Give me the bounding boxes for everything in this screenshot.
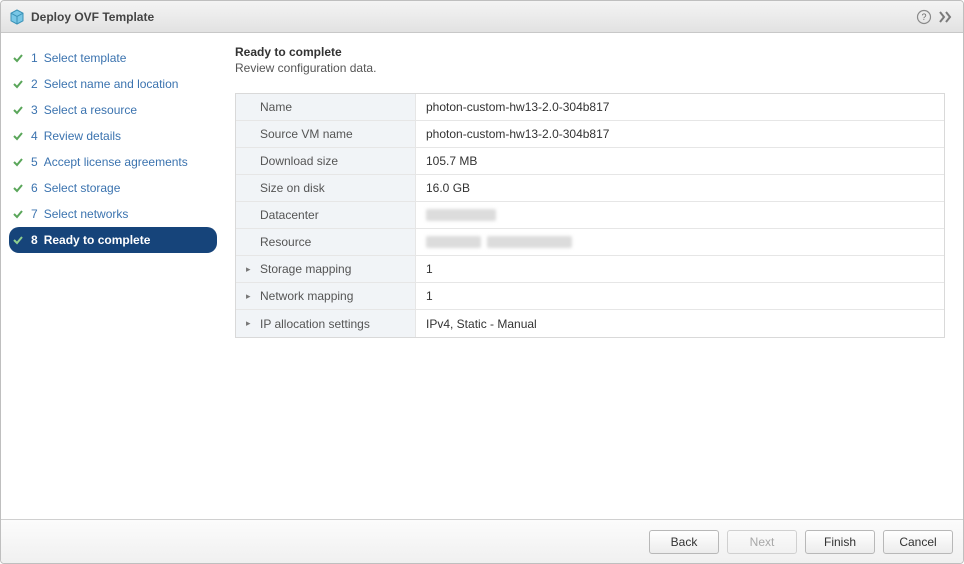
page-subtitle: Review configuration data.	[235, 61, 945, 75]
step-label: Select storage	[44, 181, 121, 195]
step-select-resource[interactable]: 3 Select a resource	[9, 97, 217, 123]
expand-triangle-icon[interactable]: ▸	[246, 318, 254, 329]
step-number: 3	[31, 103, 38, 117]
step-number: 4	[31, 129, 38, 143]
step-label: Select networks	[44, 207, 129, 221]
row-value: photon-custom-hw13-2.0-304b817	[416, 100, 944, 114]
row-value-redacted	[416, 236, 944, 248]
check-icon	[11, 233, 25, 247]
row-label: Datacenter	[236, 202, 416, 228]
dialog-body: 1 Select template 2 Select name and loca…	[1, 33, 963, 519]
row-ip-allocation[interactable]: ▸ IP allocation settings IPv4, Static - …	[236, 310, 944, 337]
back-button[interactable]: Back	[649, 530, 719, 554]
step-select-networks[interactable]: 7 Select networks	[9, 201, 217, 227]
row-value-redacted	[416, 209, 944, 221]
check-icon	[11, 51, 25, 65]
row-label: ▸ Network mapping	[236, 283, 416, 309]
wizard-dialog: Deploy OVF Template ? 1 Select template	[0, 0, 964, 564]
row-value: photon-custom-hw13-2.0-304b817	[416, 127, 944, 141]
check-icon	[11, 103, 25, 117]
row-storage-mapping[interactable]: ▸ Storage mapping 1	[236, 256, 944, 283]
step-accept-license[interactable]: 5 Accept license agreements	[9, 149, 217, 175]
help-icon[interactable]: ?	[915, 8, 933, 26]
row-value: 105.7 MB	[416, 154, 944, 168]
row-datacenter: Datacenter	[236, 202, 944, 229]
expand-icon[interactable]	[937, 8, 955, 26]
expand-triangle-icon[interactable]: ▸	[246, 264, 254, 275]
step-label: Select template	[44, 51, 127, 65]
step-label: Select name and location	[44, 77, 179, 91]
dialog-title: Deploy OVF Template	[31, 10, 154, 24]
row-network-mapping[interactable]: ▸ Network mapping 1	[236, 283, 944, 310]
row-label: Size on disk	[236, 175, 416, 201]
row-label: Source VM name	[236, 121, 416, 147]
step-number: 6	[31, 181, 38, 195]
step-number: 2	[31, 77, 38, 91]
row-value: 1	[416, 289, 944, 303]
step-number: 5	[31, 155, 38, 169]
page-title: Ready to complete	[235, 45, 945, 59]
expand-triangle-icon[interactable]: ▸	[246, 291, 254, 302]
row-size-on-disk: Size on disk 16.0 GB	[236, 175, 944, 202]
row-value: 1	[416, 262, 944, 276]
row-source-vm: Source VM name photon-custom-hw13-2.0-30…	[236, 121, 944, 148]
redacted-value	[487, 236, 572, 248]
finish-button[interactable]: Finish	[805, 530, 875, 554]
check-icon	[11, 77, 25, 91]
summary-table: Name photon-custom-hw13-2.0-304b817 Sour…	[235, 93, 945, 338]
row-label: ▸ Storage mapping	[236, 256, 416, 282]
step-label: Ready to complete	[44, 233, 151, 247]
main-panel: Ready to complete Review configuration d…	[225, 33, 963, 519]
row-value: 16.0 GB	[416, 181, 944, 195]
svg-text:?: ?	[921, 12, 926, 22]
row-value: IPv4, Static - Manual	[416, 317, 944, 331]
row-resource: Resource	[236, 229, 944, 256]
check-icon	[11, 155, 25, 169]
step-select-template[interactable]: 1 Select template	[9, 45, 217, 71]
check-icon	[11, 129, 25, 143]
titlebar: Deploy OVF Template ?	[1, 1, 963, 33]
step-select-name-location[interactable]: 2 Select name and location	[9, 71, 217, 97]
step-label: Accept license agreements	[44, 155, 188, 169]
step-number: 8	[31, 233, 38, 247]
next-button: Next	[727, 530, 797, 554]
row-label: Resource	[236, 229, 416, 255]
row-label: Download size	[236, 148, 416, 174]
cancel-button[interactable]: Cancel	[883, 530, 953, 554]
row-label: Name	[236, 94, 416, 120]
row-download-size: Download size 105.7 MB	[236, 148, 944, 175]
redacted-value	[426, 209, 496, 221]
step-select-storage[interactable]: 6 Select storage	[9, 175, 217, 201]
step-label: Select a resource	[44, 103, 137, 117]
step-number: 1	[31, 51, 38, 65]
wizard-steps-sidebar: 1 Select template 2 Select name and loca…	[1, 33, 225, 519]
row-label: ▸ IP allocation settings	[236, 310, 416, 337]
step-review-details[interactable]: 4 Review details	[9, 123, 217, 149]
redacted-value	[426, 236, 481, 248]
row-name: Name photon-custom-hw13-2.0-304b817	[236, 94, 944, 121]
check-icon	[11, 207, 25, 221]
ovf-cube-icon	[9, 9, 25, 25]
footer-button-bar: Back Next Finish Cancel	[1, 519, 963, 563]
check-icon	[11, 181, 25, 195]
step-number: 7	[31, 207, 38, 221]
step-label: Review details	[44, 129, 121, 143]
step-ready-to-complete[interactable]: 8 Ready to complete	[9, 227, 217, 253]
